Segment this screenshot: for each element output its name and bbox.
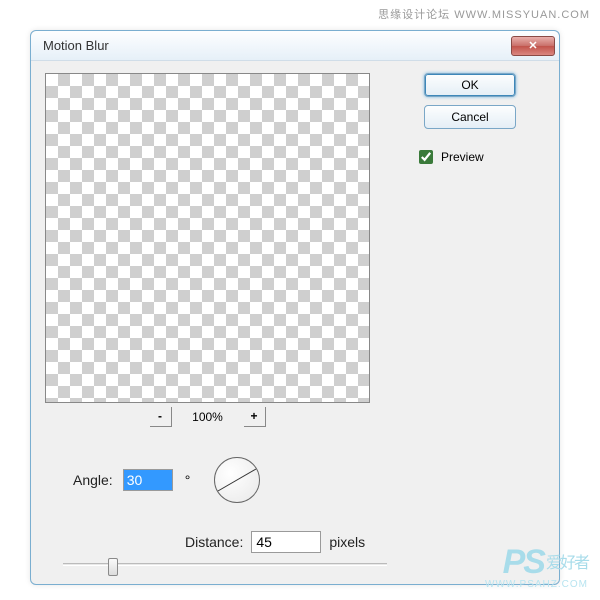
dialog-title: Motion Blur [43,38,511,53]
angle-label: Angle: [73,472,113,488]
distance-input[interactable] [251,531,321,553]
preview-checkbox[interactable] [419,150,433,164]
right-panel: OK Cancel Preview [395,73,545,167]
zoom-in-button[interactable]: + [244,407,266,427]
distance-unit: pixels [329,534,365,550]
close-button[interactable]: ✕ [511,36,555,56]
zoom-controls: - 100% + [45,407,370,427]
slider-thumb[interactable] [108,558,118,576]
angle-indicator-line [218,469,257,492]
zoom-out-button[interactable]: - [150,407,172,427]
preview-checkbox-row[interactable]: Preview [415,147,484,167]
motion-blur-dialog: Motion Blur ✕ - 100% + OK Cancel Preview… [30,30,560,585]
slider-track [63,563,387,566]
degree-symbol: ° [185,472,191,488]
titlebar[interactable]: Motion Blur ✕ [31,31,559,61]
cancel-button[interactable]: Cancel [424,105,516,129]
angle-row: Angle: ° [73,457,545,503]
filter-preview[interactable] [45,73,370,403]
watermark-top: 思缘设计论坛 WWW.MISSYUAN.COM [378,6,590,22]
dialog-content: - 100% + OK Cancel Preview Angle: ° Dist… [31,61,559,584]
ok-button[interactable]: OK [424,73,516,97]
angle-input[interactable] [123,469,173,491]
preview-label: Preview [441,150,484,164]
watermark-logo: PS爱好者 [485,545,588,579]
angle-dial[interactable] [214,457,260,503]
watermark-url: WWW.PSAHZ.COM [485,579,588,590]
zoom-level: 100% [188,410,228,424]
watermark-bottom: PS爱好者 WWW.PSAHZ.COM [485,545,588,590]
distance-slider[interactable] [45,563,405,566]
distance-label: Distance: [185,534,243,550]
